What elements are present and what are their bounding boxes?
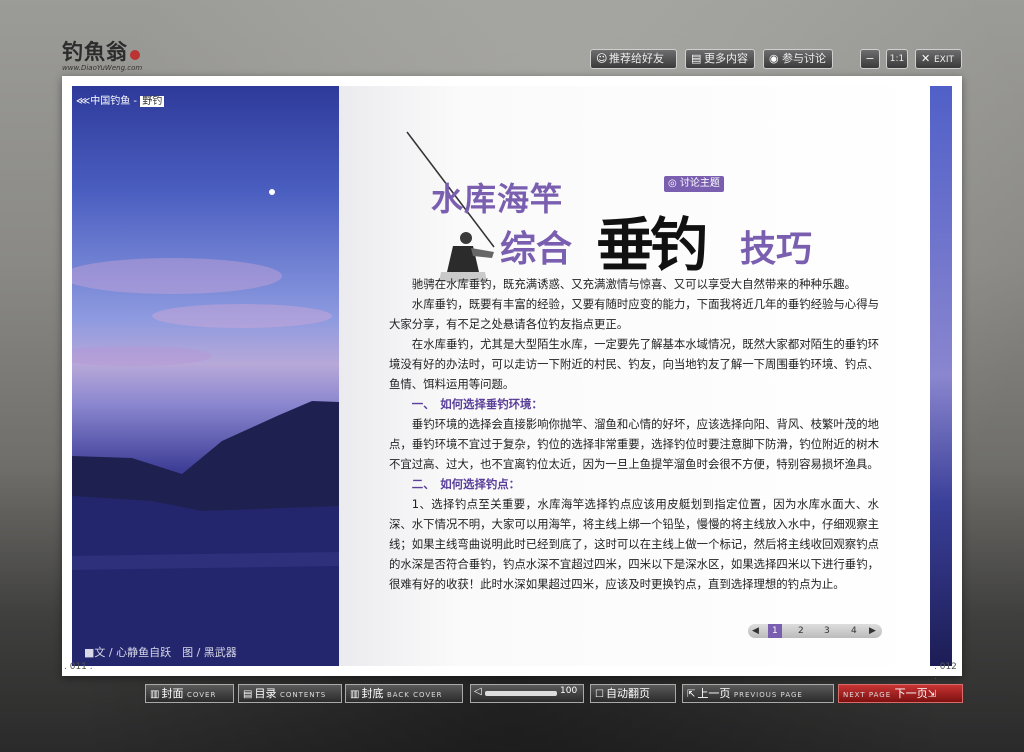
lake-landscape-image [72,189,339,666]
title-line-1: 水库海竿 [431,180,564,218]
article-body: 驰骋在水库垂钓，既充满诱惑、又充满激情与惊喜、又可以享受大自然带来的种种乐趣。 … [389,274,879,594]
book-icon: ▥ [150,689,160,700]
title-line-2-right: 技巧 [740,229,813,270]
section-heading-2: 二、 如何选择钓点： [411,477,521,491]
checkbox-icon: ☐ [595,689,604,700]
arrow-left-icon: ⇱ [687,689,696,700]
pager-next-icon[interactable]: ▶ [869,624,876,638]
back-cover-button[interactable]: ▥ 封底 BACK COVER [345,684,463,703]
recommend-to-friend-button[interactable]: ☺ 推荐给好友 [590,49,677,69]
book-icon: ▥ [350,689,360,700]
discussion-topic-badge[interactable]: ◎ 讨论主题 [664,176,724,192]
user-recommend-icon: ☺ [596,52,608,65]
arrow-right-icon: ⇲ [927,689,937,700]
auto-flip-toggle[interactable]: ☐ 自动翻页 [590,684,676,703]
photo-credit: ■文 / 心静鱼自跃 图 / 黑武器 [84,646,237,659]
paragraph: 1、选择钓点至关重要，水库海竿选择钓点应该用皮艇划到指定位置，因为水库水面大、水… [389,497,879,591]
logo-seal-icon [130,49,140,60]
cover-button[interactable]: ▥ 封面 COVER [145,684,234,703]
pager-page-1[interactable]: 1 [768,624,782,638]
left-page-photo: ⋘中国钓鱼 - 野钓 ■文 / 心静鱼自跃 图 / 黑武器 [72,86,339,666]
paragraph: 在水库垂钓，尤其是大型陌生水库，一定要先了解基本水域情况，既然大家都对陌生的垂钓… [389,337,879,391]
pager-page-2[interactable]: 2 [798,624,804,638]
right-page: 水库海竿 ◎ 讨论主题 综合 垂钓 技巧 驰骋在水库垂钓，既充满诱惑、又充满激情… [339,86,930,666]
right-page-number: . 012 . [934,662,957,682]
logo-url: www.DiaoYuWeng.com [62,64,143,72]
next-page-button[interactable]: NEXT PAGE 下一页⇲ [838,684,963,703]
logo-text: 钓魚翁 [62,39,128,64]
list-icon: ▤ [243,689,253,700]
pager-page-3[interactable]: 3 [824,624,830,638]
paragraph: 水库垂钓，既要有丰富的经验，又要有随时应变的能力，下面我将近几年的垂钓经验与心得… [389,297,879,331]
category-label: ⋘中国钓鱼 - 野钓 [76,96,165,107]
document-icon: ▤ [691,52,702,65]
right-page-edge [930,86,952,666]
exit-button[interactable]: ✕ EXIT [915,49,962,69]
volume-value: 100 [560,686,578,696]
left-page-number: . 011 . [64,662,93,672]
join-discussion-button[interactable]: ◉ 参与讨论 [763,49,833,69]
article-pager: ◀ 1 2 3 4 ▶ [748,624,882,638]
close-icon: ✕ [921,52,931,65]
title-calligraphy: 垂钓 [596,211,708,279]
pager-page-4[interactable]: 4 [851,624,857,638]
paragraph: 垂钓环境的选择会直接影响你抛竿、溜鱼和心情的好坏，应该选择向阳、背风、枝繁叶茂的… [389,417,879,471]
pager-prev-icon[interactable]: ◀ [752,624,759,638]
actual-size-button[interactable]: 1:1 [886,49,908,69]
paragraph: 驰骋在水库垂钓，既充满诱惑、又充满激情与惊喜、又可以享受大自然带来的种种乐趣。 [411,277,857,291]
fish-icon: ⋘ [76,96,91,107]
chat-bubble-icon: ◉ [769,52,779,65]
more-content-button[interactable]: ▤ 更多内容 [685,49,755,69]
minimize-button[interactable]: − [860,49,880,69]
title-line-2-left: 综合 [500,229,573,270]
speaker-icon: ◁ [474,686,482,697]
contents-button[interactable]: ▤ 目录 CONTENTS [238,684,342,703]
volume-slider[interactable]: ◁ 100 [470,684,584,703]
magazine-spread: ⋘中国钓鱼 - 野钓 ■文 / 心静鱼自跃 图 / 黑武器 . 011 . 水库… [62,76,962,682]
previous-page-button[interactable]: ⇱ 上一页 PREVIOUS PAGE [682,684,834,703]
chat-bubble-icon: ◎ [668,178,677,189]
volume-track[interactable] [485,691,557,696]
logo: 钓魚翁 www.DiaoYuWeng.com [62,36,162,72]
section-heading-1: 一、 如何选择垂钓环境： [411,397,543,411]
